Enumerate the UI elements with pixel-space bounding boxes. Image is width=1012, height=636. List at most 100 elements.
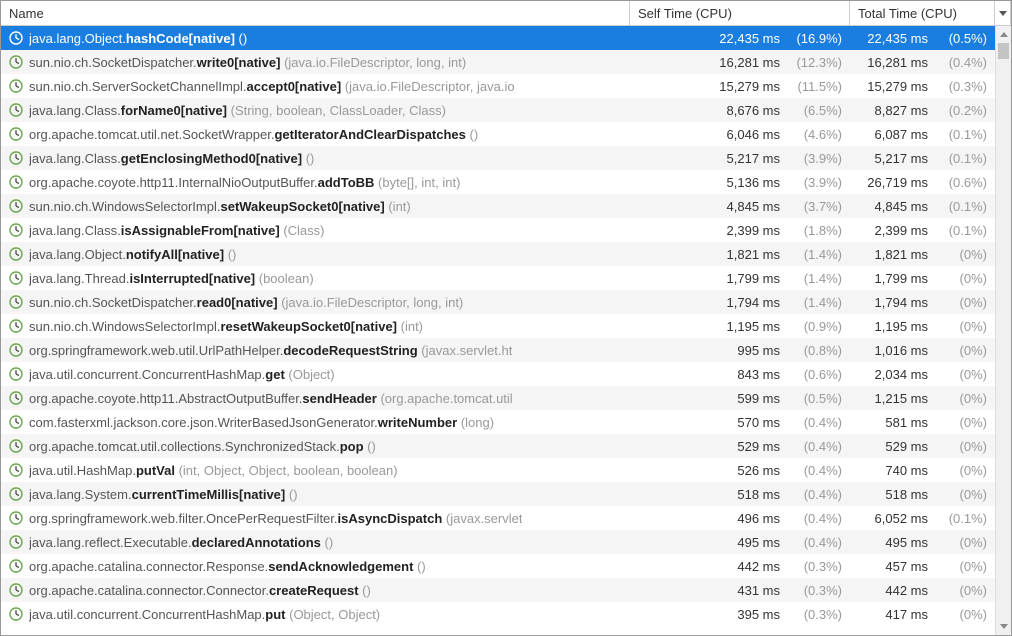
total-time-cell: 6,087 ms(0.1%) [850,127,995,142]
scrollbar-track[interactable] [996,43,1011,618]
table-row[interactable]: org.apache.coyote.http11.AbstractOutputB… [1,386,995,410]
table-row[interactable]: sun.nio.ch.ServerSocketChannelImpl.accep… [1,74,995,98]
clock-icon [9,175,23,189]
name-cell: sun.nio.ch.WindowsSelectorImpl.setWakeup… [1,199,630,214]
name-cell: org.apache.coyote.http11.AbstractOutputB… [1,391,630,406]
scroll-down-button[interactable] [996,618,1011,635]
self-time-cell: 442 ms(0.3%) [630,559,850,574]
table-row[interactable]: java.lang.Object.notifyAll[native] ()1,8… [1,242,995,266]
table-row[interactable]: sun.nio.ch.SocketDispatcher.read0[native… [1,290,995,314]
table-row[interactable]: java.lang.Thread.isInterrupted[native] (… [1,266,995,290]
column-header-total-time[interactable]: Total Time (CPU) [850,1,995,25]
self-time-cell: 22,435 ms(16.9%) [630,31,850,46]
table-row[interactable]: java.lang.reflect.Executable.declaredAnn… [1,530,995,554]
self-time-cell: 526 ms(0.4%) [630,463,850,478]
clock-icon [9,487,23,501]
total-time-cell: 495 ms(0%) [850,535,995,550]
table-row[interactable]: java.lang.Class.getEnclosingMethod0[nati… [1,146,995,170]
clock-icon [9,319,23,333]
method-name: java.util.concurrent.ConcurrentHashMap.p… [29,607,380,622]
total-time-cell: 15,279 ms(0.3%) [850,79,995,94]
table-row[interactable]: com.fasterxml.jackson.core.json.WriterBa… [1,410,995,434]
table-row[interactable]: sun.nio.ch.SocketDispatcher.write0[nativ… [1,50,995,74]
method-name: org.apache.tomcat.util.collections.Synch… [29,439,376,454]
table-row[interactable]: java.lang.System.currentTimeMillis[nativ… [1,482,995,506]
self-time-cell: 995 ms(0.8%) [630,343,850,358]
table-row[interactable]: org.springframework.web.filter.OncePerRe… [1,506,995,530]
table-row[interactable]: org.apache.tomcat.util.collections.Synch… [1,434,995,458]
clock-icon [9,367,23,381]
method-name: org.springframework.web.util.UrlPathHelp… [29,343,512,358]
total-time-cell: 457 ms(0%) [850,559,995,574]
clock-icon [9,607,23,621]
table-row[interactable]: org.apache.catalina.connector.Response.s… [1,554,995,578]
table-row[interactable]: sun.nio.ch.WindowsSelectorImpl.resetWake… [1,314,995,338]
table-row[interactable]: sun.nio.ch.WindowsSelectorImpl.setWakeup… [1,194,995,218]
clock-icon [9,103,23,117]
total-time-cell: 740 ms(0%) [850,463,995,478]
name-cell: java.lang.Class.getEnclosingMethod0[nati… [1,151,630,166]
self-time-cell: 8,676 ms(6.5%) [630,103,850,118]
column-menu-button[interactable] [995,1,1011,25]
table-row[interactable]: org.apache.catalina.connector.Connector.… [1,578,995,602]
name-cell: java.lang.Class.isAssignableFrom[native]… [1,223,630,238]
table-row[interactable]: org.springframework.web.util.UrlPathHelp… [1,338,995,362]
method-name: java.lang.Class.forName0[native] (String… [29,103,446,118]
name-cell: org.apache.tomcat.util.collections.Synch… [1,439,630,454]
name-cell: org.springframework.web.filter.OncePerRe… [1,511,630,526]
chevron-down-icon [999,11,1007,16]
column-header-name[interactable]: Name [1,1,630,25]
chevron-up-icon [1000,32,1008,37]
total-time-cell: 529 ms(0%) [850,439,995,454]
vertical-scrollbar[interactable] [995,26,1011,635]
self-time-cell: 395 ms(0.3%) [630,607,850,622]
self-time-cell: 15,279 ms(11.5%) [630,79,850,94]
name-cell: org.apache.catalina.connector.Connector.… [1,583,630,598]
table-body-wrap: java.lang.Object.hashCode[native] ()22,4… [1,26,1011,635]
table-row[interactable]: org.apache.tomcat.util.net.SocketWrapper… [1,122,995,146]
clock-icon [9,199,23,213]
method-name: java.util.concurrent.ConcurrentHashMap.g… [29,367,335,382]
scroll-up-button[interactable] [996,26,1011,43]
method-name: com.fasterxml.jackson.core.json.WriterBa… [29,415,494,430]
chevron-down-icon [1000,624,1008,629]
column-header-self-time[interactable]: Self Time (CPU) [630,1,850,25]
name-cell: java.lang.Thread.isInterrupted[native] (… [1,271,630,286]
scrollbar-thumb[interactable] [998,43,1009,59]
total-time-cell: 1,794 ms(0%) [850,295,995,310]
table-row[interactable]: java.lang.Class.isAssignableFrom[native]… [1,218,995,242]
clock-icon [9,439,23,453]
table-row[interactable]: java.util.HashMap.putVal (int, Object, O… [1,458,995,482]
method-name: sun.nio.ch.SocketDispatcher.read0[native… [29,295,463,310]
table-row[interactable]: java.lang.Class.forName0[native] (String… [1,98,995,122]
method-name: org.apache.tomcat.util.net.SocketWrapper… [29,127,478,142]
clock-icon [9,247,23,261]
method-name: org.apache.catalina.connector.Response.s… [29,559,426,574]
table-header: Name Self Time (CPU) Total Time (CPU) [1,1,1011,26]
clock-icon [9,223,23,237]
clock-icon [9,391,23,405]
total-time-cell: 581 ms(0%) [850,415,995,430]
name-cell: java.util.HashMap.putVal (int, Object, O… [1,463,630,478]
self-time-cell: 496 ms(0.4%) [630,511,850,526]
method-name: org.apache.catalina.connector.Connector.… [29,583,371,598]
name-cell: org.apache.tomcat.util.net.SocketWrapper… [1,127,630,142]
self-time-cell: 1,821 ms(1.4%) [630,247,850,262]
method-name: org.springframework.web.filter.OncePerRe… [29,511,522,526]
table-row[interactable]: org.apache.coyote.http11.InternalNioOutp… [1,170,995,194]
table-row[interactable]: java.util.concurrent.ConcurrentHashMap.g… [1,362,995,386]
self-time-cell: 570 ms(0.4%) [630,415,850,430]
total-time-cell: 26,719 ms(0.6%) [850,175,995,190]
table-row[interactable]: java.util.concurrent.ConcurrentHashMap.p… [1,602,995,626]
table-row[interactable]: java.lang.Object.hashCode[native] ()22,4… [1,26,995,50]
name-cell: org.apache.coyote.http11.InternalNioOutp… [1,175,630,190]
self-time-cell: 5,217 ms(3.9%) [630,151,850,166]
total-time-cell: 16,281 ms(0.4%) [850,55,995,70]
method-name: java.lang.Class.isAssignableFrom[native]… [29,223,325,238]
total-time-cell: 6,052 ms(0.1%) [850,511,995,526]
total-time-cell: 22,435 ms(0.5%) [850,31,995,46]
self-time-cell: 518 ms(0.4%) [630,487,850,502]
clock-icon [9,463,23,477]
self-time-cell: 495 ms(0.4%) [630,535,850,550]
method-name: java.lang.Thread.isInterrupted[native] (… [29,271,314,286]
